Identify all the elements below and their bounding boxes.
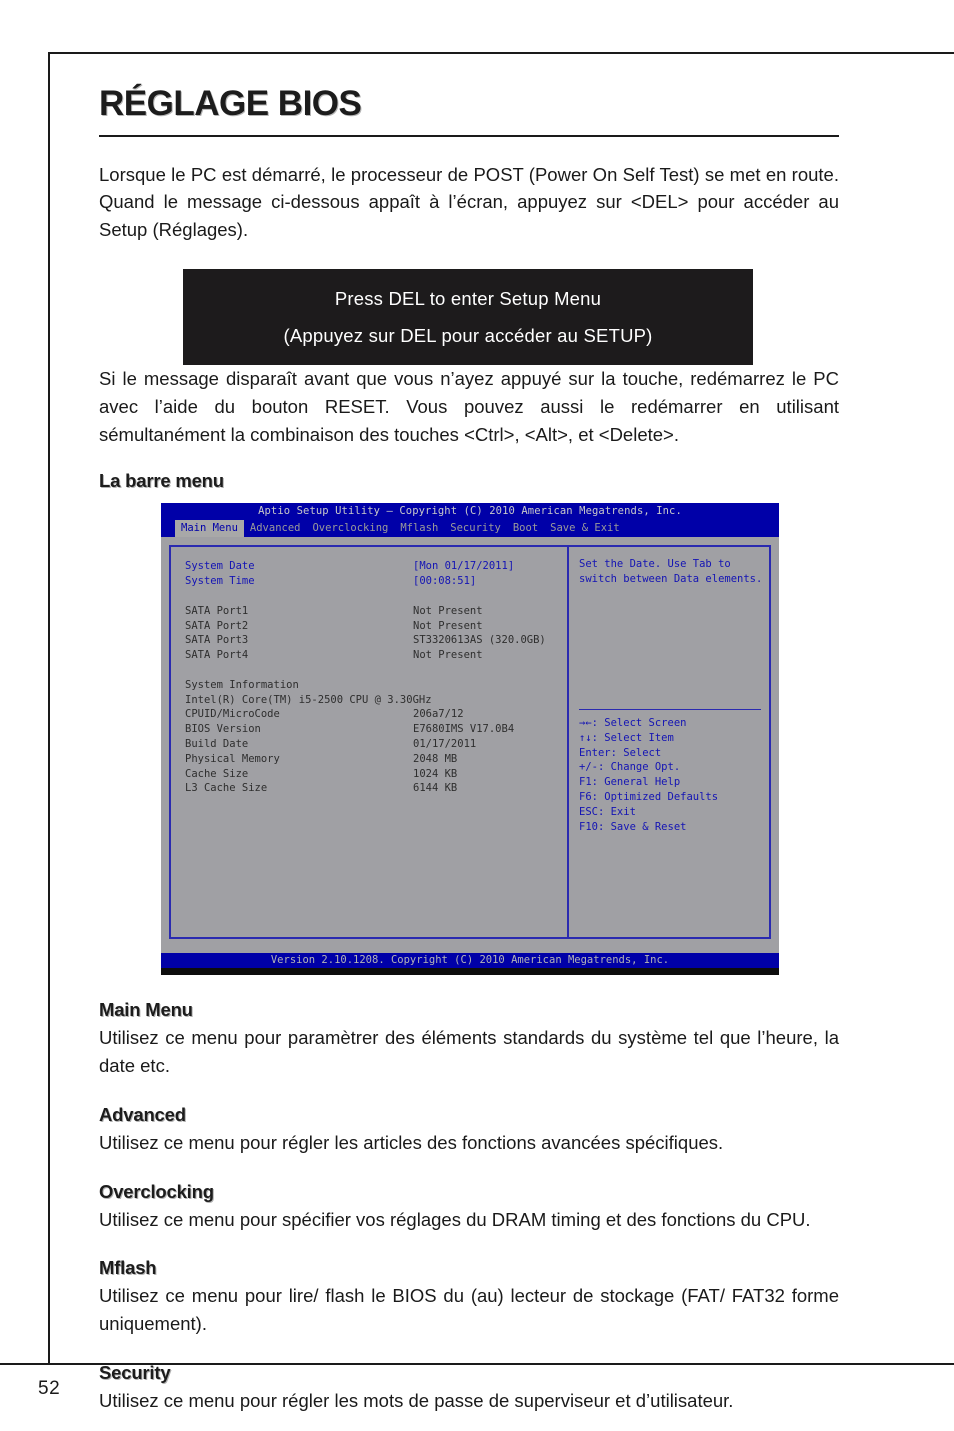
bios-label-sata-port2: SATA Port2 [185,619,249,632]
section-heading-advanced: Advanced [99,1103,186,1125]
second-paragraph: Si le message disparaît avant que vous n… [99,368,839,445]
bios-settings-panel: System Date [Mon 01/17/2011] System Time… [169,545,567,940]
bios-body: System Date [Mon 01/17/2011] System Time… [161,537,779,948]
bios-key-select-item: ↑↓: Select Item [579,731,674,744]
page-frame-top-rule [48,52,954,54]
bios-row-system-date[interactable]: System Date [Mon 01/17/2011] [185,559,567,574]
bios-row-physical-memory: Physical Memory 2048 MB [185,752,567,767]
bios-help-description-line1: Set the Date. Use Tab to [579,558,731,571]
bios-value-cache-size: 1024 KB [413,767,458,780]
bios-row-sata-port2[interactable]: SATA Port2 Not Present [185,619,567,634]
page-content: RÉGLAGE BIOS Lorsque le PC est démarré, … [99,84,839,1415]
bios-row-sata-port1[interactable]: SATA Port1 Not Present [185,604,567,619]
bios-value-sata-port2: Not Present [413,619,483,632]
section-heading-security: Security [99,1361,171,1383]
bios-tab-mflash[interactable]: Mflash [394,520,444,537]
bios-label-sata-port1: SATA Port1 [185,604,249,617]
bios-value-cpu-name: Intel(R) Core(TM) i5-2500 CPU @ 3.30GHz [185,693,432,706]
bios-spacer [185,589,567,604]
bios-help-description-line2: switch between Data elements. [579,573,763,586]
bios-label-l3-cache-size: L3 Cache Size [185,782,268,795]
bios-row-build-date: Build Date 01/17/2011 [185,737,567,752]
bios-value-bios-version: E7680IMS V17.0B4 [413,723,515,736]
bios-label-system-information: System Information [185,678,299,691]
bios-screenshot: Aptio Setup Utility – Copyright (C) 2010… [161,503,779,976]
bios-value-cpuid-microcode: 206a7/12 [413,708,464,721]
bios-value-system-date: [Mon 01/17/2011] [413,560,515,573]
bios-row-cpu-name: Intel(R) Core(TM) i5-2500 CPU @ 3.30GHz [185,693,567,708]
bios-label-cpuid-microcode: CPUID/MicroCode [185,708,280,721]
bios-tab-main-menu[interactable]: Main Menu [175,519,244,537]
post-message-line-fr: (Appuyez sur DEL pour accéder au SETUP) [283,325,653,347]
bios-title-bar: Aptio Setup Utility – Copyright (C) 2010… [161,503,779,520]
bios-row-sata-port4[interactable]: SATA Port4 Not Present [185,648,567,663]
section-heading-overclocking: Overclocking [99,1180,214,1202]
bios-system-information-heading: System Information [185,678,567,693]
bios-label-system-date: System Date [185,560,255,573]
bios-help-separator-rule [579,708,761,710]
bios-label-bios-version: BIOS Version [185,723,261,736]
section-heading-main-menu: Main Menu [99,999,193,1021]
bios-label-build-date: Build Date [185,737,249,750]
bios-key-save-and-reset: F10: Save & Reset [579,820,687,833]
section-text-overclocking: Utilisez ce menu pour spécifier vos régl… [99,1208,811,1230]
section-main-menu: Main Menu Utilisez ce menu pour paramètr… [99,999,839,1080]
section-text-mflash: Utilisez ce menu pour lire/ flash le BIO… [99,1285,839,1335]
bios-key-esc-exit: ESC: Exit [579,805,636,818]
section-mflash: Mflash Utilisez ce menu pour lire/ flash… [99,1257,839,1338]
bios-value-l3-cache-size: 6144 KB [413,782,458,795]
bios-key-select-screen: →←: Select Screen [579,716,687,729]
bios-tab-security[interactable]: Security [444,520,507,537]
intro-paragraph: Lorsque le PC est démarré, le processeur… [99,163,839,241]
bios-row-system-time[interactable]: System Time [00:08:51] [185,574,567,589]
bios-label-sata-port3: SATA Port3 [185,634,249,647]
bios-label-physical-memory: Physical Memory [185,752,280,765]
bios-value-system-time: [00:08:51] [413,575,477,588]
bios-value-sata-port1: Not Present [413,604,483,617]
bios-menu-bar: Main Menu Advanced Overclocking Mflash S… [161,519,779,538]
title-underline-rule [99,134,839,137]
section-security: Security Utilisez ce menu pour régler le… [99,1362,839,1415]
bios-value-sata-port3: ST3320613AS (320.0GB) [413,634,546,647]
bios-row-cache-size: Cache Size 1024 KB [185,767,567,782]
bios-tab-save-and-exit[interactable]: Save & Exit [544,520,626,537]
section-text-advanced: Utilisez ce menu pour régler les article… [99,1131,724,1153]
menu-bar-heading: La barre menu [99,470,224,492]
bios-row-bios-version: BIOS Version E7680IMS V17.0B4 [185,722,567,737]
bios-spacer [185,663,567,678]
page-number: 52 [38,1378,61,1399]
bios-value-build-date: 01/17/2011 [413,737,477,750]
bios-key-general-help: F1: General Help [579,776,681,789]
section-overclocking: Overclocking Utilisez ce menu pour spéci… [99,1181,839,1234]
bios-label-system-time: System Time [185,575,255,588]
bios-row-sata-port3[interactable]: SATA Port3 ST3320613AS (320.0GB) [185,633,567,648]
bios-value-physical-memory: 2048 MB [413,752,458,765]
bios-row-cpuid-microcode: CPUID/MicroCode 206a7/12 [185,707,567,722]
section-heading-mflash: Mflash [99,1257,157,1279]
bios-label-cache-size: Cache Size [185,767,249,780]
bios-row-l3-cache-size: L3 Cache Size 6144 KB [185,781,567,796]
bios-key-change-opt: +/-: Change Opt. [579,761,681,774]
section-text-security: Utilisez ce menu pour régler les mots de… [99,1389,734,1411]
bios-key-enter-select: Enter: Select [579,746,662,759]
post-message-box: Press DEL to enter Setup Menu (Appuyez s… [183,268,753,366]
bios-value-sata-port4: Not Present [413,649,483,662]
bios-key-optimized-defaults: F6: Optimized Defaults [579,790,719,803]
bios-tab-boot[interactable]: Boot [507,520,544,537]
bios-help-panel: Set the Date. Use Tab to switch between … [569,545,771,940]
bios-version-bar: Version 2.10.1208. Copyright (C) 2010 Am… [161,953,779,969]
section-text-main-menu: Utilisez ce menu pour paramètrer des élé… [99,1027,839,1077]
section-advanced: Advanced Utilisez ce menu pour régler le… [99,1104,839,1157]
bios-tab-overclocking[interactable]: Overclocking [306,520,394,537]
bios-bottom-black-strip [161,968,779,976]
post-message-line-en: Press DEL to enter Setup Menu [334,287,602,309]
page-frame-left-rule [48,52,50,1364]
page-title: RÉGLAGE BIOS [99,84,362,123]
bios-label-sata-port4: SATA Port4 [185,649,249,662]
bios-tab-advanced[interactable]: Advanced [244,520,307,537]
